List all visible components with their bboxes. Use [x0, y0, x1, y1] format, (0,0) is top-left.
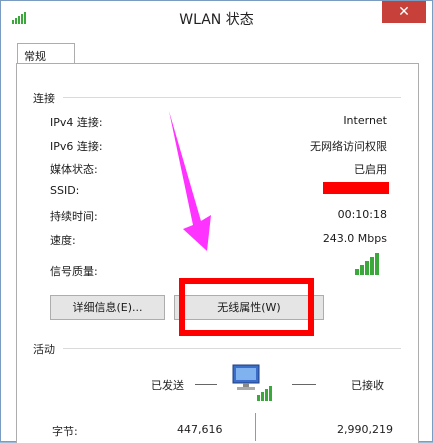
tab-strip: 常规: [9, 39, 426, 65]
activity-divider: [63, 348, 401, 349]
ipv6-value: 无网络访问权限: [310, 140, 387, 153]
annotation-arrow: [169, 111, 211, 251]
connection-group-label: 连接: [33, 92, 55, 105]
bytes-separator: [255, 413, 256, 441]
speed-value: 243.0 Mbps: [322, 232, 387, 245]
received-line: [292, 384, 316, 385]
signal-strength-icon: [355, 253, 379, 275]
signal-quality-label: 信号质量:: [50, 265, 98, 278]
ipv4-label: IPv4 连接:: [50, 116, 103, 129]
ssid-label: SSID:: [50, 184, 80, 197]
ipv6-label: IPv6 连接:: [50, 140, 103, 153]
connection-divider: [63, 97, 401, 98]
details-button[interactable]: 详细信息(E)...: [50, 295, 165, 320]
tab-general[interactable]: 常规: [17, 43, 75, 65]
network-computer-icon: [232, 364, 272, 401]
media-state-value: 已启用: [354, 163, 387, 176]
duration-value: 00:10:18: [337, 208, 387, 221]
duration-label: 持续时间:: [50, 210, 98, 223]
window-title: WLAN 状态: [179, 12, 254, 28]
media-state-label: 媒体状态:: [50, 163, 98, 176]
activity-group-label: 活动: [33, 343, 55, 356]
annotation-highlight-box: [179, 278, 314, 336]
wlan-status-window: WLAN 状态 ✕ 常规 连接 IPv4 连接: Internet IPv6 连…: [0, 0, 433, 443]
speed-label: 速度:: [50, 234, 76, 247]
received-label: 已接收: [351, 379, 384, 392]
close-button[interactable]: ✕: [382, 1, 426, 23]
tab-general-label: 常规: [24, 50, 46, 63]
bytes-sent-value: 447,616: [177, 423, 223, 436]
bytes-received-value: 2,990,219: [337, 423, 393, 436]
close-icon: ✕: [398, 4, 410, 20]
sent-label: 已发送: [151, 379, 184, 392]
title-bar: WLAN 状态 ✕: [1, 1, 432, 34]
bytes-label: 字节:: [52, 425, 78, 438]
sent-line: [195, 384, 217, 385]
ipv4-value: Internet: [343, 114, 387, 127]
ssid-redaction: [323, 182, 389, 194]
